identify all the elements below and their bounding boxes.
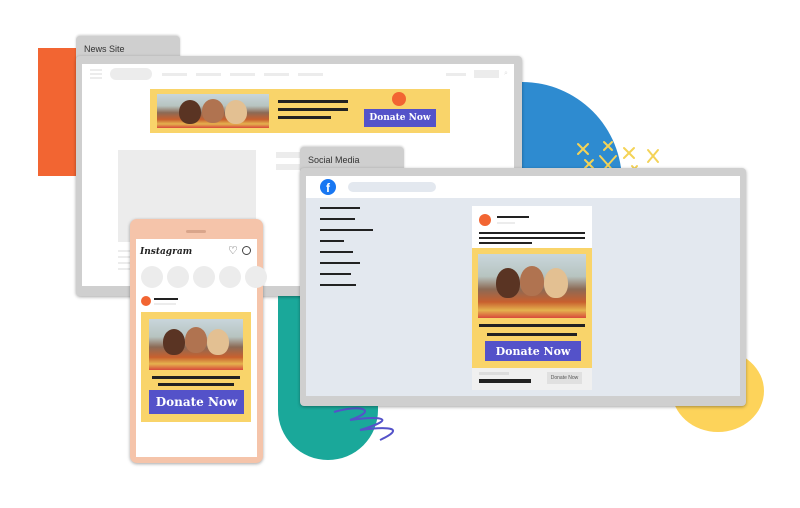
nav-link[interactable] <box>264 73 289 76</box>
cta-donate-button[interactable]: Donate Now <box>547 372 582 384</box>
story-circle[interactable] <box>245 266 267 288</box>
sidebar-link[interactable] <box>320 207 360 209</box>
avatar <box>479 214 491 226</box>
cta-title <box>479 379 531 383</box>
header-button[interactable] <box>474 70 499 78</box>
donate-now-button[interactable]: Donate Now <box>149 390 244 414</box>
post-text-line <box>479 232 585 234</box>
text-line <box>278 100 348 103</box>
instagram-logo: Instagram <box>140 247 193 257</box>
search-icon[interactable]: ⌕ <box>504 70 508 78</box>
instagram-screen: Instagram ♡ Donate Now <box>136 239 267 457</box>
ad-text-line <box>479 324 585 327</box>
story-circle[interactable] <box>193 266 215 288</box>
message-icon[interactable] <box>242 246 251 255</box>
ad-text-line <box>158 383 234 386</box>
text-line <box>278 116 331 119</box>
scribble-decoration-icon <box>333 407 395 441</box>
facebook-page: f Donate Now Donate Now <box>306 176 740 396</box>
social-media-window: f Donate Now Donate Now <box>300 168 746 406</box>
post-author <box>154 298 178 300</box>
children-photo <box>478 254 586 318</box>
decorative-blue-shape <box>520 82 659 182</box>
search-input[interactable] <box>348 182 436 192</box>
children-photo <box>157 94 269 128</box>
nav-link[interactable] <box>230 73 255 76</box>
tab-title: Social Media <box>308 155 360 165</box>
story-circle[interactable] <box>167 266 189 288</box>
text-line <box>278 108 348 111</box>
post-meta <box>154 303 176 305</box>
sidebar-link[interactable] <box>320 262 360 264</box>
children-photo <box>149 319 243 370</box>
sidebar-link[interactable] <box>320 273 351 275</box>
post-meta <box>497 222 515 224</box>
donate-now-button[interactable]: Donate Now <box>364 109 436 127</box>
cta-meta <box>479 372 509 375</box>
facebook-icon[interactable]: f <box>320 179 336 195</box>
post-cta-bar: Donate Now <box>472 368 592 390</box>
story-circle[interactable] <box>141 266 163 288</box>
story-circle[interactable] <box>219 266 241 288</box>
menu-icon[interactable] <box>90 69 102 71</box>
donation-banner-ad: Donate Now <box>150 89 450 133</box>
donation-ad: Donate Now <box>472 248 592 368</box>
phone-instagram: Instagram ♡ Donate Now <box>130 219 267 463</box>
post-text-line <box>479 242 532 244</box>
logo-placeholder <box>110 68 152 80</box>
sidebar-link[interactable] <box>320 251 353 253</box>
sidebar-link[interactable] <box>320 284 356 286</box>
heart-icon[interactable]: ♡ <box>228 244 238 257</box>
header-link[interactable] <box>446 73 466 76</box>
nav-link[interactable] <box>196 73 221 76</box>
menu-icon-line <box>90 77 102 79</box>
ad-text-line <box>152 376 240 379</box>
nav-link[interactable] <box>298 73 323 76</box>
menu-icon-line <box>90 73 102 75</box>
donation-ad: Donate Now <box>141 312 251 422</box>
nav-link[interactable] <box>162 73 187 76</box>
tab-title: News Site <box>84 44 125 54</box>
orange-dot <box>392 92 406 106</box>
post-text-line <box>479 237 585 239</box>
sidebar-link[interactable] <box>320 218 355 220</box>
phone-speaker <box>186 230 206 233</box>
facebook-header: f <box>306 176 740 198</box>
avatar <box>141 296 151 306</box>
post-author <box>497 216 529 218</box>
ad-text-line <box>487 333 577 336</box>
sidebar-link[interactable] <box>320 229 373 231</box>
donate-now-button[interactable]: Donate Now <box>485 341 581 361</box>
sidebar-link[interactable] <box>320 240 344 242</box>
sponsored-post: Donate Now Donate Now <box>472 206 592 390</box>
